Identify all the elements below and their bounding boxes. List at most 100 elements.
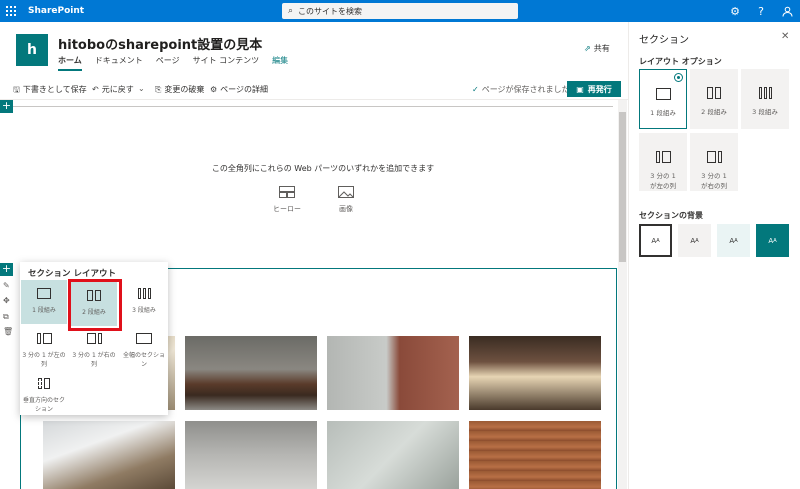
webpart-image[interactable]: 画像	[338, 186, 354, 214]
nav-pages[interactable]: ページ	[156, 55, 180, 71]
two-columns-icon	[690, 87, 738, 99]
option-label: 垂直方向のセクション	[22, 397, 65, 413]
popup-option-one-column[interactable]: 1 段組み	[21, 280, 67, 324]
one-third-left-icon	[639, 151, 687, 163]
option-label: 3 分の 1 が左の列	[650, 172, 676, 190]
pane-option-one-column[interactable]: 1 段組み	[639, 69, 687, 129]
nav-documents[interactable]: ドキュメント	[95, 55, 143, 71]
background-option-soft[interactable]: AA	[717, 224, 750, 257]
share-icon: ⇗	[584, 44, 591, 53]
popup-title: セクション レイアウト	[28, 269, 116, 279]
selected-radio-icon	[674, 73, 683, 82]
help-icon[interactable]: ?	[748, 0, 774, 22]
add-webparts-message: この全角列にこれらの Web パーツのいずれかを追加できます	[211, 164, 435, 173]
search-icon: ⌕	[288, 6, 294, 16]
pane-option-three-columns[interactable]: 3 段組み	[741, 69, 789, 129]
pane-option-one-third-right[interactable]: 3 分の 1 が右の列	[690, 133, 738, 191]
edit-section-icon[interactable]: ✎	[3, 281, 10, 290]
share-label: 共有	[593, 44, 610, 53]
option-label: 全幅のセクション	[122, 352, 165, 368]
undo-dropdown[interactable]: ⌄	[138, 84, 145, 93]
site-logo[interactable]: h	[16, 34, 48, 66]
nav-home[interactable]: ホーム	[58, 55, 82, 71]
site-title: hitoboのsharepoint設置の見本	[58, 38, 263, 53]
three-columns-icon	[121, 288, 167, 299]
popup-option-three-columns[interactable]: 3 段組み	[121, 280, 167, 324]
one-column-icon	[640, 88, 686, 100]
scrollbar-thumb[interactable]	[619, 112, 626, 262]
nav-edit[interactable]: 編集	[272, 55, 288, 71]
webpart-hero[interactable]: ヒーロー	[273, 186, 301, 214]
gallery-image-6[interactable]	[185, 421, 317, 489]
saved-status-label: ページが保存されました	[481, 85, 570, 94]
app-launcher-icon[interactable]	[0, 0, 22, 22]
delete-section-icon[interactable]: 🗑	[3, 327, 13, 336]
layout-options-label: レイアウト オプション	[639, 57, 722, 66]
discard-icon: ⎘	[155, 85, 162, 94]
popup-option-one-third-left[interactable]: 3 分の 1 が左の列	[21, 325, 67, 369]
option-label: 1 段組み	[32, 307, 56, 314]
option-label: 1 段組み	[650, 109, 676, 117]
gear-icon[interactable]: ⚙	[722, 0, 748, 22]
user-icon[interactable]	[774, 0, 800, 22]
save-draft-label: 下書きとして保存	[22, 85, 87, 94]
move-section-icon[interactable]: ✥	[3, 296, 10, 305]
webpart-image-label: 画像	[339, 205, 353, 213]
search-placeholder: このサイトを検索	[298, 6, 363, 16]
one-third-right-icon	[690, 151, 738, 163]
one-column-icon	[21, 288, 67, 299]
gallery-image-2[interactable]	[185, 336, 317, 410]
discard-button[interactable]: ⎘ 変更の破棄	[155, 84, 204, 95]
option-label: 3 分の 1 が左の列	[22, 352, 66, 368]
canvas-scrollbar[interactable]	[618, 100, 627, 489]
hero-icon	[279, 186, 295, 198]
check-icon: ✓	[472, 85, 479, 94]
search-input[interactable]: ⌕ このサイトを検索	[282, 3, 518, 19]
command-bar: 🖫 下書きとして保存 ↶ 元に戻す ⌄ ⎘ 変更の破棄 ⚙ ページの詳細 ✓ ページが保存…	[0, 78, 628, 100]
background-option-strong[interactable]: AA	[756, 224, 789, 257]
gallery-image-5[interactable]	[43, 421, 175, 489]
nav-site-contents[interactable]: サイト コンテンツ	[193, 55, 260, 71]
close-icon[interactable]: ✕	[781, 31, 789, 42]
undo-icon: ↶	[92, 85, 99, 94]
background-option-none[interactable]: AA	[639, 224, 672, 257]
gallery-image-4[interactable]	[469, 336, 601, 410]
section-pane: セクション ✕ レイアウト オプション 1 段組み 2 段組み 3 段組み 3 …	[628, 22, 800, 489]
pane-title: セクション	[639, 35, 689, 46]
popup-option-full-width[interactable]: 全幅のセクション	[121, 325, 167, 369]
saved-status: ✓ ページが保存されました	[472, 84, 570, 95]
page-details-button[interactable]: ⚙ ページの詳細	[210, 84, 268, 95]
option-label: 3 段組み	[132, 307, 156, 314]
one-third-left-icon	[21, 333, 67, 344]
save-draft-button[interactable]: 🖫 下書きとして保存	[13, 84, 87, 98]
add-section-top-button[interactable]: +	[0, 100, 13, 113]
pane-option-one-third-left[interactable]: 3 分の 1 が左の列	[639, 133, 687, 191]
brand-label[interactable]: SharePoint	[28, 6, 84, 16]
undo-button[interactable]: ↶ 元に戻す	[92, 84, 134, 95]
full-width-icon	[121, 333, 167, 344]
add-section-button[interactable]: +	[0, 263, 13, 276]
gallery-image-7[interactable]	[327, 421, 459, 489]
option-label: 3 分の 1 が右の列	[701, 172, 727, 190]
publish-icon: ▣	[576, 84, 584, 94]
settings-icon: ⚙	[210, 85, 218, 94]
popup-option-one-third-right[interactable]: 3 分の 1 が右の列	[71, 325, 117, 369]
save-icon: 🖫	[13, 85, 20, 94]
republish-button[interactable]: ▣ 再発行	[567, 81, 621, 97]
section-one-column[interactable]: この全角列にこれらの Web パーツのいずれかを追加できます ヒーロー 画像	[13, 108, 617, 268]
undo-label: 元に戻す	[101, 85, 134, 94]
section-divider	[13, 106, 613, 107]
option-label: 3 分の 1 が右の列	[72, 352, 116, 368]
webpart-hero-label: ヒーロー	[273, 205, 301, 213]
republish-label: 再発行	[587, 84, 612, 94]
highlight-box	[68, 279, 122, 331]
discard-label: 変更の破棄	[164, 85, 205, 94]
gallery-image-3[interactable]	[327, 336, 459, 410]
pane-option-two-columns[interactable]: 2 段組み	[690, 69, 738, 129]
one-third-right-icon	[71, 333, 117, 344]
gallery-image-8[interactable]	[469, 421, 601, 489]
duplicate-section-icon[interactable]: ⧉	[3, 312, 9, 322]
popup-option-vertical[interactable]: 垂直方向のセクション	[21, 370, 67, 414]
background-option-neutral[interactable]: AA	[678, 224, 711, 257]
share-button[interactable]: ⇗ 共有	[584, 43, 610, 54]
